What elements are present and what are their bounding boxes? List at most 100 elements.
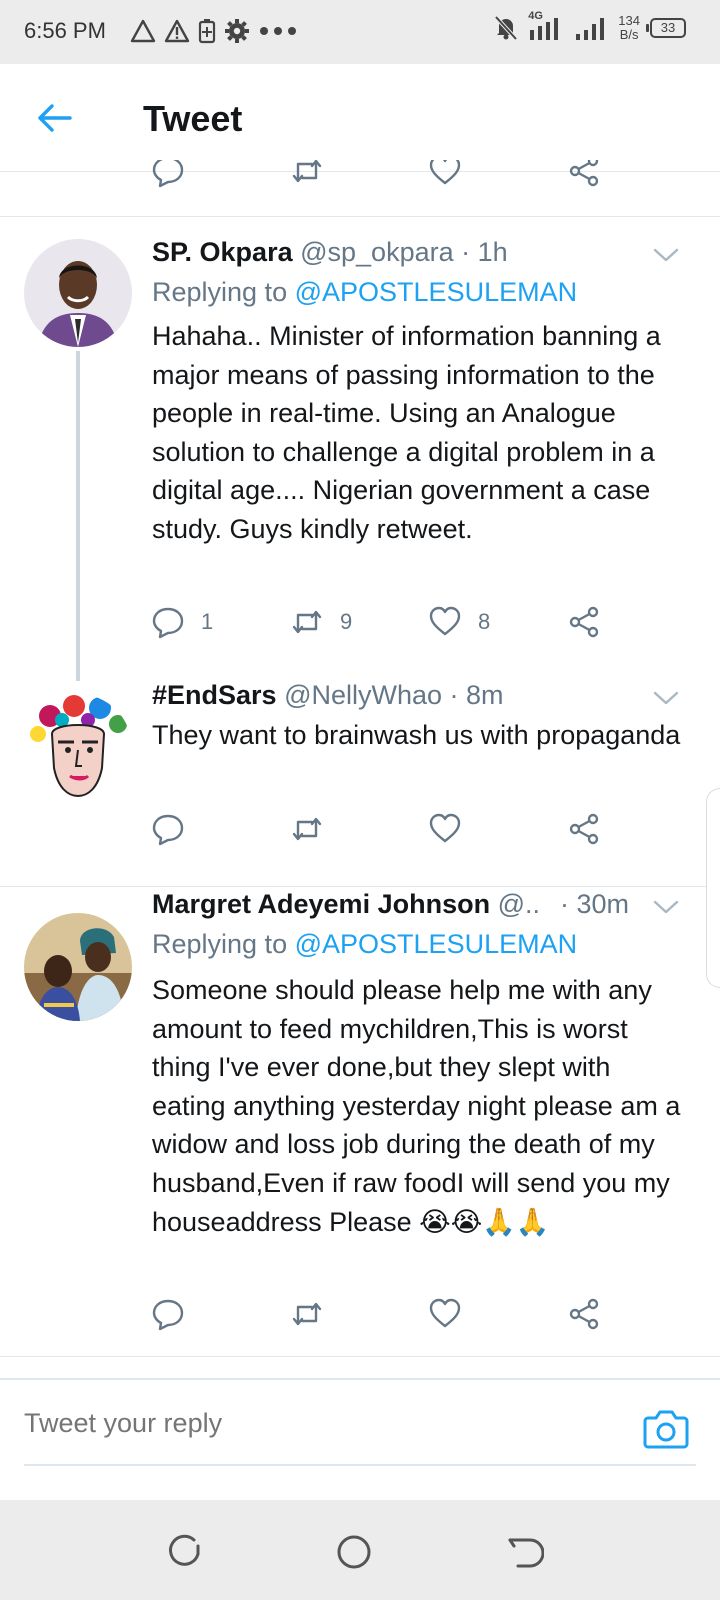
tweet-time: · 1h: [461, 237, 508, 267]
speed-unit: B/s: [619, 27, 639, 42]
tweet-actions: [0, 1297, 720, 1337]
settings-icon: [225, 19, 249, 43]
share-icon: [569, 1298, 599, 1330]
avatar[interactable]: [24, 239, 132, 347]
tweet-text: They want to brainwash us with propagand…: [152, 720, 681, 750]
tweet-item[interactable]: SP. Okpara @sp_okpara · 1h Replying to @…: [0, 217, 720, 681]
share-button[interactable]: [567, 605, 601, 639]
reply-icon: [152, 1299, 184, 1331]
scroll-handle[interactable]: [706, 788, 720, 988]
tweet-time: · 30m: [560, 889, 630, 919]
home-icon[interactable]: [334, 1532, 374, 1572]
author-name[interactable]: SP. Okpara: [152, 237, 293, 267]
arrow-left-icon: [38, 104, 72, 132]
status-notification-icons: [130, 18, 298, 44]
status-system-icons: 4G 134 B/s 33: [494, 10, 686, 42]
camera-icon[interactable]: [642, 1406, 690, 1450]
retweet-button[interactable]: [290, 160, 324, 188]
tweet-time: · 8m: [449, 680, 504, 710]
tweet-actions: [0, 812, 720, 852]
reply-button[interactable]: 1: [151, 605, 213, 639]
reply-count: 1: [201, 609, 214, 634]
avatar[interactable]: [24, 913, 132, 1021]
reply-icon: [152, 814, 184, 846]
replying-to: Replying to @APOSTLESULEMAN: [152, 929, 577, 960]
author-name[interactable]: #EndSars: [152, 680, 277, 710]
retweet-button[interactable]: [290, 812, 324, 846]
share-icon: [569, 606, 599, 638]
retweet-icon: [292, 1302, 322, 1326]
mute-icon: [494, 15, 518, 41]
battery-indicator: 33: [646, 18, 686, 38]
tweet-header: Margret Adeyemi Johnson @...: [152, 889, 540, 920]
more-icon: [260, 27, 296, 35]
retweet-icon: [292, 160, 322, 183]
retweet-button[interactable]: [290, 1297, 324, 1331]
share-icon: [569, 160, 599, 187]
replying-label: Replying to: [152, 929, 288, 959]
chevron-down-icon[interactable]: [652, 241, 680, 269]
retweet-button[interactable]: 9: [290, 605, 352, 639]
reply-button[interactable]: [151, 1297, 185, 1331]
previous-tweet-actions: [0, 160, 720, 196]
heart-icon: [429, 160, 461, 185]
signal-icon: [576, 18, 605, 40]
status-bar: 6:56 PM 4G 134 B/s 33: [0, 0, 720, 64]
retweet-icon: [292, 817, 322, 841]
share-icon: [569, 813, 599, 845]
network-speed: 134 B/s: [618, 14, 640, 42]
tweet-header: #EndSars @NellyWhao · 8m: [152, 680, 696, 711]
retweet-icon: [292, 610, 322, 634]
speed-value: 134: [618, 13, 640, 28]
tweet-actions: 1 9 8: [0, 605, 720, 645]
warning-icon: [130, 19, 156, 43]
like-button[interactable]: [428, 1297, 462, 1331]
network-type: 4G: [528, 10, 543, 22]
app-header: Tweet: [0, 64, 720, 172]
heart-icon: [429, 606, 461, 636]
author-handle[interactable]: @NellyWhao: [284, 680, 442, 710]
replying-to: Replying to @APOSTLESULEMAN: [152, 277, 577, 308]
back-button[interactable]: [32, 96, 76, 140]
like-count: 8: [478, 609, 491, 634]
warning-icon: [164, 19, 190, 43]
like-button[interactable]: [428, 160, 462, 188]
heart-icon: [429, 813, 461, 843]
share-button[interactable]: [567, 1297, 601, 1331]
reply-input[interactable]: [24, 1408, 604, 1439]
system-nav-bar: [0, 1500, 720, 1600]
chevron-down-icon[interactable]: [652, 684, 680, 712]
battery-saver-icon: [198, 19, 216, 44]
tweet-item[interactable]: Margret Adeyemi Johnson @... · 30m Reply…: [0, 887, 720, 1377]
divider: [0, 1356, 720, 1357]
like-button[interactable]: 8: [428, 605, 490, 639]
tweet-text: Hahaha.. Minister of information banning…: [152, 321, 661, 544]
mention-link[interactable]: @APOSTLESULEMAN: [295, 277, 578, 307]
share-button[interactable]: [567, 160, 601, 188]
like-button[interactable]: [428, 812, 462, 846]
tweet-text: Someone should please help me with any a…: [152, 975, 681, 1237]
author-handle[interactable]: @sp_okpara: [300, 237, 454, 267]
retweet-count: 9: [340, 609, 353, 634]
back-icon[interactable]: [504, 1532, 544, 1572]
share-button[interactable]: [567, 812, 601, 846]
mention-link[interactable]: @APOSTLESULEMAN: [295, 929, 578, 959]
reply-button[interactable]: [151, 160, 185, 188]
reply-button[interactable]: [151, 812, 185, 846]
signal-icon: 4G: [528, 10, 564, 42]
reply-icon: [152, 607, 184, 639]
tweet-item[interactable]: #EndSars @NellyWhao · 8m They want to br…: [0, 680, 720, 885]
recents-icon[interactable]: [164, 1532, 204, 1572]
heart-icon: [429, 1298, 461, 1328]
tweet-header: SP. Okpara @sp_okpara · 1h: [152, 237, 696, 268]
author-handle[interactable]: @...: [498, 889, 540, 919]
reply-composer: [0, 1378, 720, 1494]
reply-icon: [152, 160, 184, 188]
avatar[interactable]: [24, 694, 132, 802]
reply-underline: [24, 1464, 696, 1466]
author-name[interactable]: Margret Adeyemi Johnson: [152, 889, 490, 919]
chevron-down-icon[interactable]: [652, 893, 680, 921]
replying-label: Replying to: [152, 277, 288, 307]
page-title: Tweet: [143, 98, 243, 139]
status-time: 6:56 PM: [24, 18, 106, 43]
